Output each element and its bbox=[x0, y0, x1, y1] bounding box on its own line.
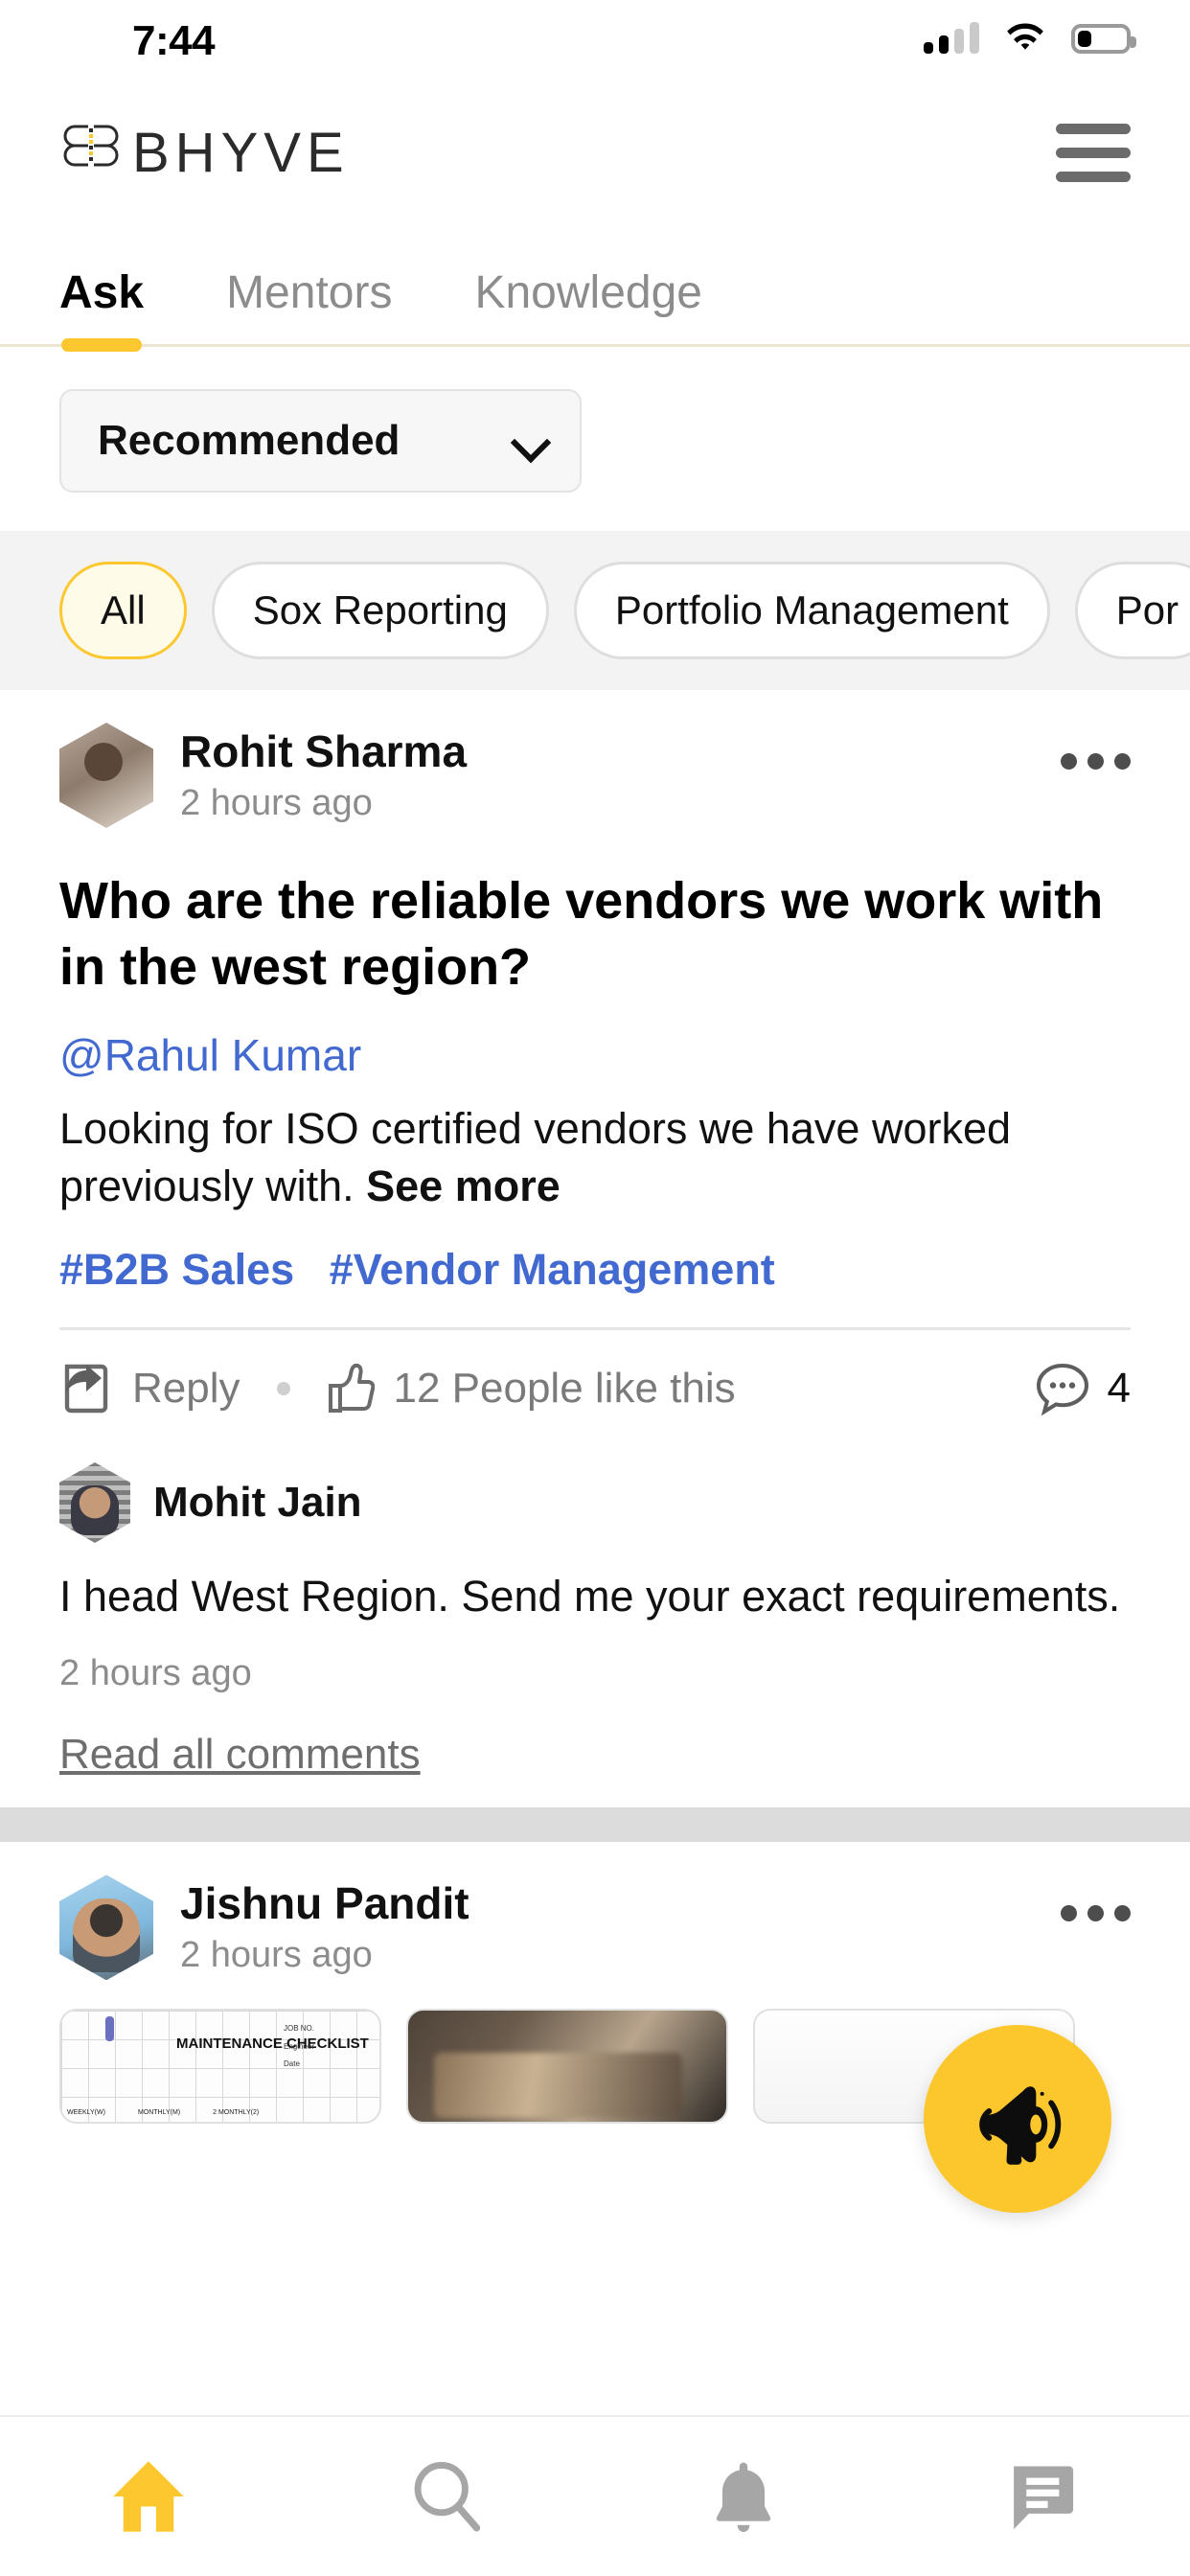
post-tags: #B2B Sales #Vendor Management bbox=[59, 1245, 1131, 1295]
post-body: Looking for ISO certified vendors we hav… bbox=[59, 1100, 1131, 1214]
home-icon bbox=[113, 2461, 184, 2532]
comment-timestamp: 2 hours ago bbox=[59, 1653, 252, 1694]
nav-search[interactable] bbox=[298, 2417, 596, 2576]
like-button[interactable]: 12 People like this bbox=[327, 1363, 736, 1414]
post-tag[interactable]: #Vendor Management bbox=[330, 1245, 775, 1294]
tab-mentors[interactable]: Mentors bbox=[226, 266, 392, 344]
post-author-name: Jishnu Pandit bbox=[180, 1878, 469, 1929]
document-check-bimonthly: 2 MONTHLY(2) bbox=[213, 2109, 260, 2117]
comment-header: Mohit Jain bbox=[59, 1462, 1131, 1543]
chat-icon bbox=[1013, 2466, 1073, 2530]
chip-portfolio-management[interactable]: Portfolio Management bbox=[573, 562, 1050, 659]
document-field-engineer: Engineer bbox=[284, 2041, 315, 2051]
chip-all[interactable]: All bbox=[59, 562, 187, 659]
post-options-icon[interactable] bbox=[1061, 1905, 1131, 1922]
search-icon bbox=[414, 2462, 480, 2532]
comment-block: Mohit Jain I head West Region. Send me y… bbox=[59, 1447, 1131, 1807]
nav-home[interactable] bbox=[0, 2417, 298, 2576]
status-indicators bbox=[924, 22, 1136, 54]
document-field-job-no: JOB NO. bbox=[284, 2024, 315, 2034]
post-header: Jishnu Pandit 2 hours ago bbox=[59, 1874, 1131, 1981]
megaphone-icon bbox=[979, 2086, 1062, 2165]
cellular-signal-icon bbox=[924, 22, 979, 54]
sort-dropdown[interactable]: Recommended bbox=[59, 389, 582, 493]
document-field-date: Date bbox=[284, 2059, 300, 2069]
battery-icon bbox=[1071, 23, 1136, 54]
post-author-block: Rohit Sharma 2 hours ago bbox=[180, 726, 467, 824]
post-author-name: Rohit Sharma bbox=[180, 726, 468, 777]
chip-sox-reporting[interactable]: Sox Reporting bbox=[211, 562, 549, 659]
status-bar: 7:44 bbox=[0, 0, 1190, 94]
post-timestamp: 2 hours ago bbox=[180, 782, 373, 823]
user-avatar-jishnu[interactable] bbox=[59, 1874, 153, 1981]
reply-label: Reply bbox=[132, 1365, 240, 1412]
post-tag[interactable]: #B2B Sales bbox=[59, 1245, 294, 1294]
document-fields: JOB NO. Engineer Date bbox=[284, 2020, 314, 2073]
bhyve-butterfly-logo bbox=[63, 125, 119, 167]
post-timestamp: 2 hours ago bbox=[180, 1935, 373, 1976]
chevron-down-icon bbox=[515, 425, 547, 457]
post-title: Who are the reliable vendors we work wit… bbox=[59, 872, 1104, 997]
status-time: 7:44 bbox=[132, 17, 216, 64]
sort-row: Recommended bbox=[0, 347, 1190, 531]
reply-arrow-icon bbox=[59, 1363, 113, 1414]
create-post-fab[interactable] bbox=[924, 2025, 1111, 2213]
hamburger-menu-icon[interactable] bbox=[1056, 123, 1131, 182]
comment-text: I head West Region. Send me your exact r… bbox=[59, 1572, 1121, 1621]
attachment-document[interactable]: MAINTENANCE CHECKLIST JOB NO. Engineer D… bbox=[59, 2009, 381, 2125]
chip-portfolio-partial[interactable]: Por bbox=[1074, 562, 1190, 659]
bottom-navigation bbox=[0, 2415, 1190, 2576]
comment-button[interactable]: 4 bbox=[1035, 1362, 1131, 1415]
post-card: Jishnu Pandit 2 hours ago bbox=[0, 1842, 1190, 1981]
filter-chip-bar[interactable]: All Sox Reporting Portfolio Management P… bbox=[0, 531, 1190, 690]
comment-bubble-icon bbox=[1035, 1362, 1090, 1415]
user-avatar-rohit[interactable] bbox=[59, 723, 153, 828]
comment-count: 4 bbox=[1107, 1365, 1131, 1412]
sort-selected-label: Recommended bbox=[98, 417, 400, 464]
post-mention[interactable]: @Rahul Kumar bbox=[59, 1029, 1131, 1081]
nav-notifications[interactable] bbox=[595, 2417, 893, 2576]
tab-knowledge[interactable]: Knowledge bbox=[474, 266, 702, 344]
wifi-icon bbox=[1007, 23, 1043, 50]
see-more-link[interactable]: See more bbox=[366, 1162, 561, 1210]
comment-author-name: Mohit Jain bbox=[153, 1479, 362, 1526]
bhyve-logo[interactable]: BHYVE bbox=[59, 121, 350, 185]
read-all-comments-link[interactable]: Read all comments bbox=[59, 1731, 421, 1807]
post-action-bar: Reply 12 People like this 4 bbox=[59, 1330, 1131, 1447]
post-header: Rohit Sharma 2 hours ago bbox=[59, 723, 1131, 828]
app-header: BHYVE bbox=[0, 94, 1190, 211]
tab-ask[interactable]: Ask bbox=[59, 266, 144, 352]
logo-wordmark: BHYVE bbox=[132, 121, 350, 184]
post-separator-band bbox=[0, 1807, 1190, 1843]
bottom-scrim bbox=[0, 2361, 1190, 2415]
paperclip-icon bbox=[105, 2016, 114, 2042]
post-options-icon[interactable] bbox=[1061, 753, 1131, 770]
document-check-weekly: WEEKLY(W) bbox=[67, 2109, 105, 2117]
user-avatar-mohit[interactable] bbox=[59, 1462, 130, 1543]
post-card: Rohit Sharma 2 hours ago Who are the rel… bbox=[0, 690, 1190, 1808]
bell-icon bbox=[717, 2462, 771, 2533]
attachment-photo[interactable] bbox=[406, 2009, 728, 2125]
main-tabs: Ask Mentors Knowledge bbox=[0, 211, 1190, 352]
post-author-block: Jishnu Pandit 2 hours ago bbox=[180, 1878, 469, 1976]
action-separator-dot bbox=[276, 1382, 290, 1395]
reply-button[interactable]: Reply bbox=[59, 1363, 240, 1414]
document-check-monthly: MONTHLY(M) bbox=[137, 2109, 181, 2117]
nav-messages[interactable] bbox=[893, 2417, 1190, 2576]
app-screen: 7:44 BHYVE Ask Mentors Knowledge Recomme… bbox=[0, 0, 1190, 2576]
document-title: MAINTENANCE CHECKLIST bbox=[176, 2036, 369, 2053]
document-checkboxes: WEEKLY(W) MONTHLY(M) 2 MONTHLY(2) bbox=[67, 2109, 259, 2116]
thumbs-up-icon bbox=[327, 1363, 375, 1414]
likes-label: 12 People like this bbox=[393, 1365, 736, 1412]
